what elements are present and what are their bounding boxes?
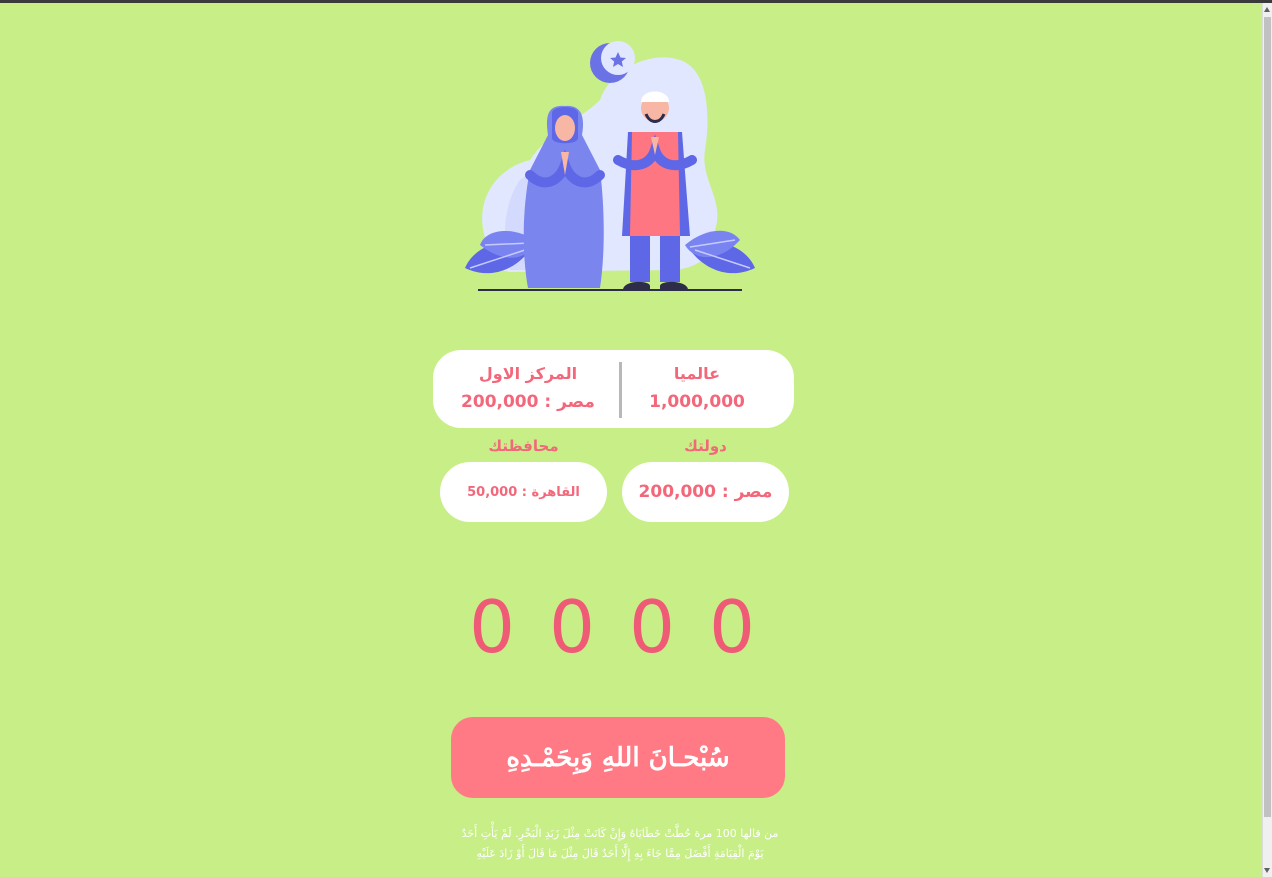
hadith-text: من قالها 100 مرة حُطَّتْ خَطَايَاهُ وَإِ…	[430, 824, 810, 864]
country-value: مصر : 200,000	[638, 482, 773, 502]
first-place-rank: المركز الاول مصر : 200,000	[443, 350, 613, 428]
window-top-border	[0, 0, 1272, 3]
global-rank-title: عالميا	[673, 364, 721, 383]
country-pill: مصر : 200,000	[622, 462, 789, 522]
vertical-scrollbar[interactable]	[1262, 3, 1272, 877]
hadith-line-1: من قالها 100 مرة حُطَّتْ خَطَايَاهُ وَإِ…	[461, 827, 779, 840]
tasbih-counter: 0 0 0 0	[452, 582, 772, 672]
rank-divider	[619, 362, 622, 418]
global-rank: عالميا 1,000,000	[612, 350, 782, 428]
governorate-pill: القاهرة : 50,000	[440, 462, 607, 522]
country-label: دولتك	[684, 437, 727, 455]
muslim-couple-illustration	[465, 41, 755, 291]
scroll-up-arrow-icon[interactable]	[1264, 7, 1270, 12]
first-place-value: مصر : 200,000	[461, 392, 595, 412]
governorate-value: القاهرة : 50,000	[467, 484, 580, 500]
scroll-down-arrow-icon[interactable]	[1264, 868, 1270, 873]
ranking-card: عالميا 1,000,000 المركز الاول مصر : 200,…	[433, 350, 794, 428]
counter-digit: 0	[709, 585, 755, 669]
scrollbar-thumb[interactable]	[1264, 17, 1271, 817]
counter-digit: 0	[629, 585, 675, 669]
counter-digit: 0	[469, 585, 515, 669]
tasbih-button[interactable]: سُبْحـانَ اللهِ وَبِحَمْـدِهِ	[451, 717, 785, 798]
global-rank-value: 1,000,000	[649, 392, 745, 412]
first-place-title: المركز الاول	[478, 364, 578, 383]
governorate-label: محافظتك	[488, 437, 559, 455]
hadith-line-2: يَوْمَ الْقِيَامَةِ أَفْضَلَ مِمَّا جَاء…	[476, 847, 764, 860]
counter-digit: 0	[549, 585, 595, 669]
tasbih-button-label: سُبْحـانَ اللهِ وَبِحَمْـدِهِ	[506, 742, 730, 773]
